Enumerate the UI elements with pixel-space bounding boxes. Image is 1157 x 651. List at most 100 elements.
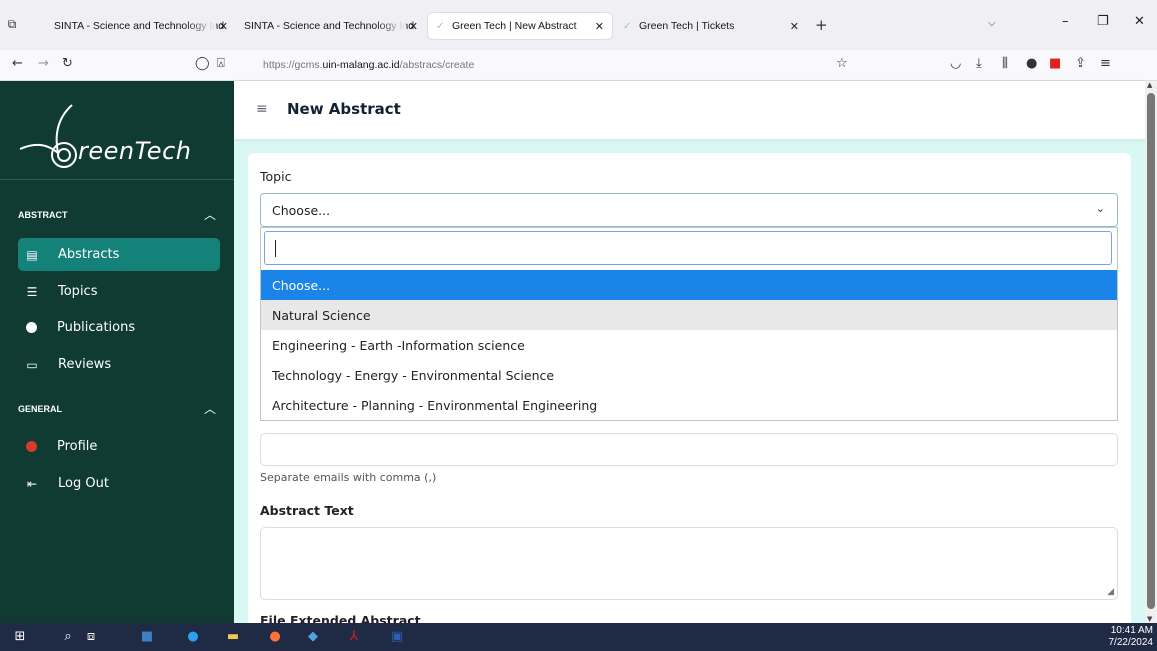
leaf-logo-icon — [19, 104, 77, 168]
url-text: https://gcms.uin-malang.ac.id/abstracs/c… — [263, 59, 475, 71]
section-abstract: ABSTRACT — [18, 210, 68, 220]
sidebar-item-topics[interactable]: ☰ Topics — [18, 275, 220, 308]
document-icon: ▤ — [26, 247, 38, 262]
abstract-text-label: Abstract Text — [260, 503, 354, 518]
sidebar-item-abstracts[interactable]: ▤ Abstracts — [18, 238, 220, 271]
file-explorer-icon[interactable]: ▬ — [224, 628, 242, 646]
option-natural-science[interactable]: Natural Science — [261, 300, 1117, 330]
minimize-icon[interactable]: – — [1062, 14, 1069, 29]
sidebar-item-label: Log Out — [58, 476, 109, 491]
tab-overview-icon[interactable]: ⧉ — [4, 17, 20, 33]
share-icon[interactable]: ⇪ — [1075, 56, 1086, 71]
sidebar-item-reviews[interactable]: ▭ Reviews — [18, 348, 220, 381]
close-window-icon[interactable]: ✕ — [1134, 14, 1145, 29]
firefox-icon[interactable]: ● — [266, 628, 284, 646]
back-icon[interactable]: ← — [12, 56, 23, 71]
section-general: GENERAL — [18, 404, 63, 414]
tab-new-abstract[interactable]: ✓ Green Tech | New Abstract ✕ — [428, 13, 612, 39]
clock-time: 10:41 AM — [1110, 625, 1153, 636]
tab-sinta-2[interactable]: SINTA - Science and Technology Ind ✕ — [236, 13, 426, 39]
browser-nav-bar: ← → ↻ ◯ ⍓ https://gcms.uin-malang.ac.id/… — [0, 50, 1157, 81]
app-icon[interactable]: ◆ — [304, 628, 322, 646]
sidebar-item-publications[interactable]: Publications — [18, 311, 220, 344]
form-card: Topic Choose... ⌄ Choose... Natural Scie… — [248, 153, 1131, 633]
store-icon[interactable]: ■ — [138, 628, 156, 646]
chevron-down-icon: ⌄ — [1095, 202, 1105, 215]
library-icon[interactable]: ⫼ — [1002, 56, 1008, 71]
tab-label: Green Tech | New Abstract — [452, 20, 577, 32]
topic-search-input[interactable] — [264, 231, 1112, 265]
scroll-up-icon[interactable]: ▲ — [1147, 81, 1152, 89]
option-architecture[interactable]: Architecture - Planning - Environmental … — [261, 390, 1117, 420]
logout-icon: ⇤ — [26, 476, 38, 491]
topic-selected-value: Choose... — [272, 202, 331, 218]
co-author-emails-input[interactable] — [260, 433, 1118, 466]
extension-a-icon[interactable]: ● — [1026, 56, 1037, 71]
comment-icon: ▭ — [26, 357, 38, 372]
tab-sinta-1[interactable]: SINTA - Science and Technology Ind ✕ — [46, 13, 236, 39]
topic-select[interactable]: Choose... ⌄ — [260, 193, 1118, 227]
sidebar-item-logout[interactable]: ⇤ Log Out — [18, 467, 220, 500]
system-clock[interactable]: 10:41 AM 7/22/2024 — [1109, 625, 1154, 649]
windows-start-icon[interactable]: ⊞ — [11, 628, 29, 646]
sidebar-item-label: Topics — [58, 284, 98, 299]
upload-circle-icon — [26, 322, 37, 333]
forward-icon[interactable]: → — [38, 56, 49, 71]
scroll-down-icon[interactable]: ▼ — [1147, 615, 1152, 623]
close-tab-icon[interactable]: ✕ — [219, 20, 228, 33]
tab-tickets[interactable]: ✓ Green Tech | Tickets ✕ — [615, 13, 807, 39]
url-bar[interactable]: ◯ ⍓ https://gcms.uin-malang.ac.id/abstra… — [195, 53, 860, 77]
close-tab-icon[interactable]: ✕ — [790, 20, 799, 33]
downloads-icon[interactable]: ⤓ — [976, 56, 982, 71]
sidebar-item-label: Reviews — [58, 357, 112, 372]
scrollbar-thumb[interactable] — [1147, 93, 1155, 609]
restore-icon[interactable]: ❐ — [1097, 14, 1109, 29]
greentech-logo: reenTech — [12, 101, 227, 181]
acrobat-icon[interactable]: ⅄ — [345, 628, 363, 646]
hamburger-icon[interactable]: ≡ — [256, 101, 268, 117]
sidebar-item-profile[interactable]: Profile — [18, 430, 220, 463]
reload-icon[interactable]: ↻ — [62, 56, 73, 71]
word-icon[interactable]: ▣ — [388, 628, 406, 646]
logo-text: reenTech — [78, 137, 192, 165]
extension-red-icon[interactable]: ■ — [1049, 56, 1061, 71]
leaf-favicon-icon: ✓ — [436, 21, 445, 32]
shield-icon[interactable]: ◯ — [195, 56, 210, 71]
chevron-up-icon[interactable]: ︿ — [204, 400, 216, 417]
sidebar-item-label: Abstracts — [58, 247, 120, 262]
topic-dropdown: Choose... Natural Science Engineering - … — [260, 227, 1118, 421]
edge-icon[interactable]: ● — [184, 628, 202, 646]
search-icon[interactable]: ⌕ — [59, 628, 77, 646]
emails-hint: Separate emails with comma (,) — [260, 471, 437, 484]
option-technology[interactable]: Technology - Energy - Environmental Scie… — [261, 360, 1117, 390]
app: reenTech ABSTRACT ︿ ▤ Abstracts ☰ Topics… — [0, 81, 1145, 633]
divider — [0, 179, 234, 180]
abstract-textarea[interactable]: ◢ — [260, 527, 1118, 600]
task-view-icon[interactable]: ⧈ — [82, 628, 100, 646]
lock-icon[interactable]: ⍓ — [217, 56, 225, 71]
new-tab-icon[interactable]: + — [815, 16, 828, 34]
list-all-tabs-icon[interactable]: ⌵ — [988, 18, 996, 29]
chevron-up-icon[interactable]: ︿ — [204, 206, 216, 223]
page-header: ≡ New Abstract — [234, 81, 1145, 139]
list-icon: ☰ — [26, 284, 38, 299]
profile-icon — [26, 441, 37, 452]
resize-handle-icon[interactable]: ◢ — [1107, 587, 1114, 597]
sidebar: reenTech ABSTRACT ︿ ▤ Abstracts ☰ Topics… — [0, 81, 234, 623]
option-engineering[interactable]: Engineering - Earth -Information science — [261, 330, 1117, 360]
leaf-favicon-icon: ✓ — [623, 21, 632, 32]
topic-label: Topic — [260, 169, 292, 184]
bookmark-star-icon[interactable]: ☆ — [836, 56, 848, 71]
sidebar-item-label: Publications — [57, 320, 136, 335]
sidebar-item-label: Profile — [57, 439, 98, 454]
option-choose[interactable]: Choose... — [261, 270, 1117, 300]
close-tab-icon[interactable]: ✕ — [595, 20, 604, 33]
windows-taskbar: ⊞ ⌕ ⧈ ■ ● ▬ ● ◆ ⅄ ▣ 10:41 AM 7/22/2024 — [0, 623, 1157, 651]
pocket-icon[interactable]: ◡ — [950, 56, 961, 71]
tab-label: Green Tech | Tickets — [639, 20, 735, 32]
app-menu-icon[interactable]: ≡ — [1100, 56, 1111, 71]
close-tab-icon[interactable]: ✕ — [409, 20, 418, 33]
main-content: ≡ New Abstract Topic Choose... ⌄ Choose.… — [234, 81, 1145, 633]
page-scrollbar[interactable]: ▲ ▼ — [1145, 81, 1157, 623]
browser-tab-bar: ⧉ SINTA - Science and Technology Ind ✕ S… — [0, 0, 1157, 50]
